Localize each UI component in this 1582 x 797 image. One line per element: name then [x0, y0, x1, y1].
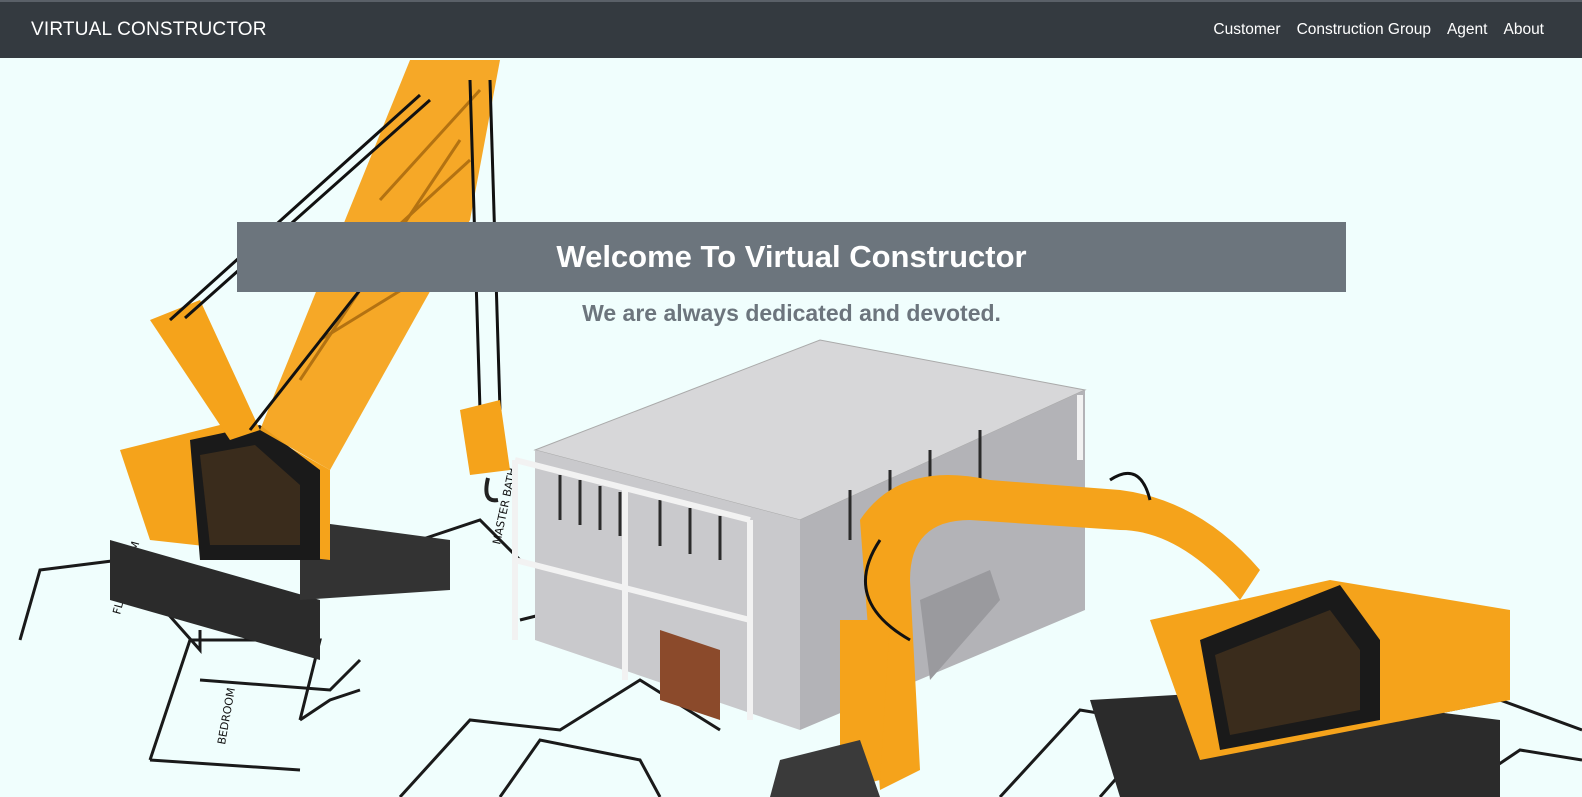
- crane-model: [110, 60, 510, 660]
- hero-subtitle: We are always dedicated and devoted.: [582, 300, 1001, 326]
- svg-text:BEDROOM: BEDROOM: [215, 687, 238, 746]
- nav-link-construction-group[interactable]: Construction Group: [1297, 21, 1431, 39]
- welcome-title: Welcome To Virtual Constructor: [556, 239, 1027, 274]
- welcome-banner: Welcome To Virtual Constructor: [237, 222, 1346, 292]
- brand-link[interactable]: VIRTUAL CONSTRUCTOR: [31, 19, 267, 41]
- navbar: VIRTUAL CONSTRUCTOR Customer Constructio…: [0, 0, 1582, 58]
- nav-link-customer[interactable]: Customer: [1213, 21, 1280, 39]
- nav-link-agent[interactable]: Agent: [1447, 21, 1488, 39]
- building-model: [512, 339, 1087, 730]
- nav-links: Customer Construction Group Agent About: [1213, 21, 1544, 39]
- excavator-model: [770, 471, 1510, 797]
- hero-background-image: BEDROOM FLOOR ROOM MASTER BATH: [18, 60, 1582, 797]
- nav-link-about[interactable]: About: [1503, 21, 1544, 39]
